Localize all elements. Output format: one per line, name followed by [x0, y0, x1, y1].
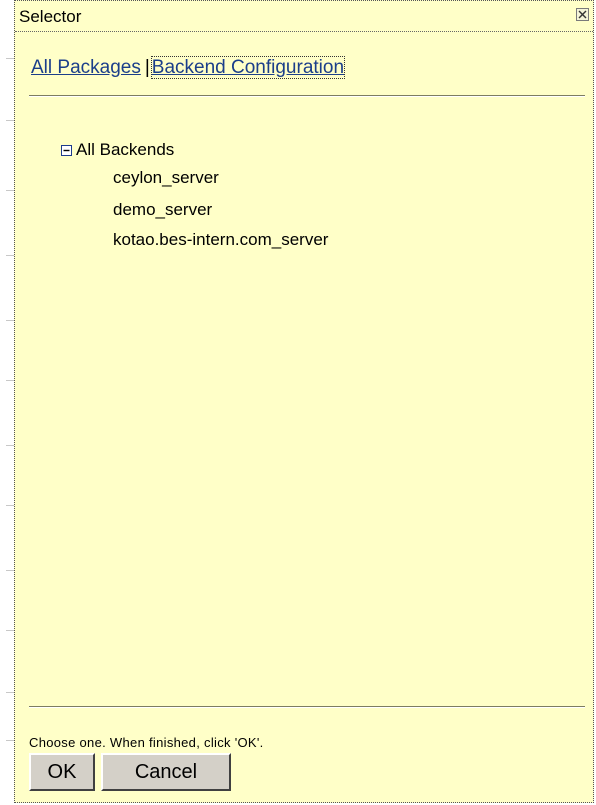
cancel-button[interactable]: Cancel: [101, 753, 231, 791]
close-icon: [578, 10, 587, 19]
minus-box-icon[interactable]: [61, 144, 72, 156]
tree-root-all-backends[interactable]: All Backends: [61, 139, 328, 161]
footer-divider: [29, 706, 585, 708]
tab-bar: All Packages | Backend Configuration: [31, 56, 346, 79]
header-divider: [29, 95, 585, 97]
tab-all-packages[interactable]: All Packages: [31, 57, 141, 78]
tree-item-demo-server[interactable]: demo_server: [113, 195, 328, 225]
tree-root-label: All Backends: [76, 140, 175, 159]
button-row: OK Cancel: [29, 753, 231, 791]
tab-separator: |: [144, 57, 150, 78]
tab-backend-configuration[interactable]: Backend Configuration: [150, 56, 346, 79]
tree-item-ceylon-server[interactable]: ceylon_server: [113, 165, 328, 195]
backend-tree: All Backends ceylon_server demo_server k…: [61, 139, 328, 255]
tree-item-kotao-server[interactable]: kotao.bes-intern.com_server: [113, 225, 328, 255]
ok-button[interactable]: OK: [29, 753, 95, 791]
instruction-text: Choose one. When finished, click 'OK'.: [29, 735, 264, 750]
tree-children: ceylon_server demo_server kotao.bes-inte…: [113, 165, 328, 255]
title-bar: Selector: [15, 1, 593, 32]
background-page-edge: [0, 0, 14, 805]
selector-dialog: Selector All Packages | Backend Configurat…: [14, 0, 594, 803]
dialog-title: Selector: [19, 7, 82, 26]
close-button[interactable]: [576, 8, 589, 21]
